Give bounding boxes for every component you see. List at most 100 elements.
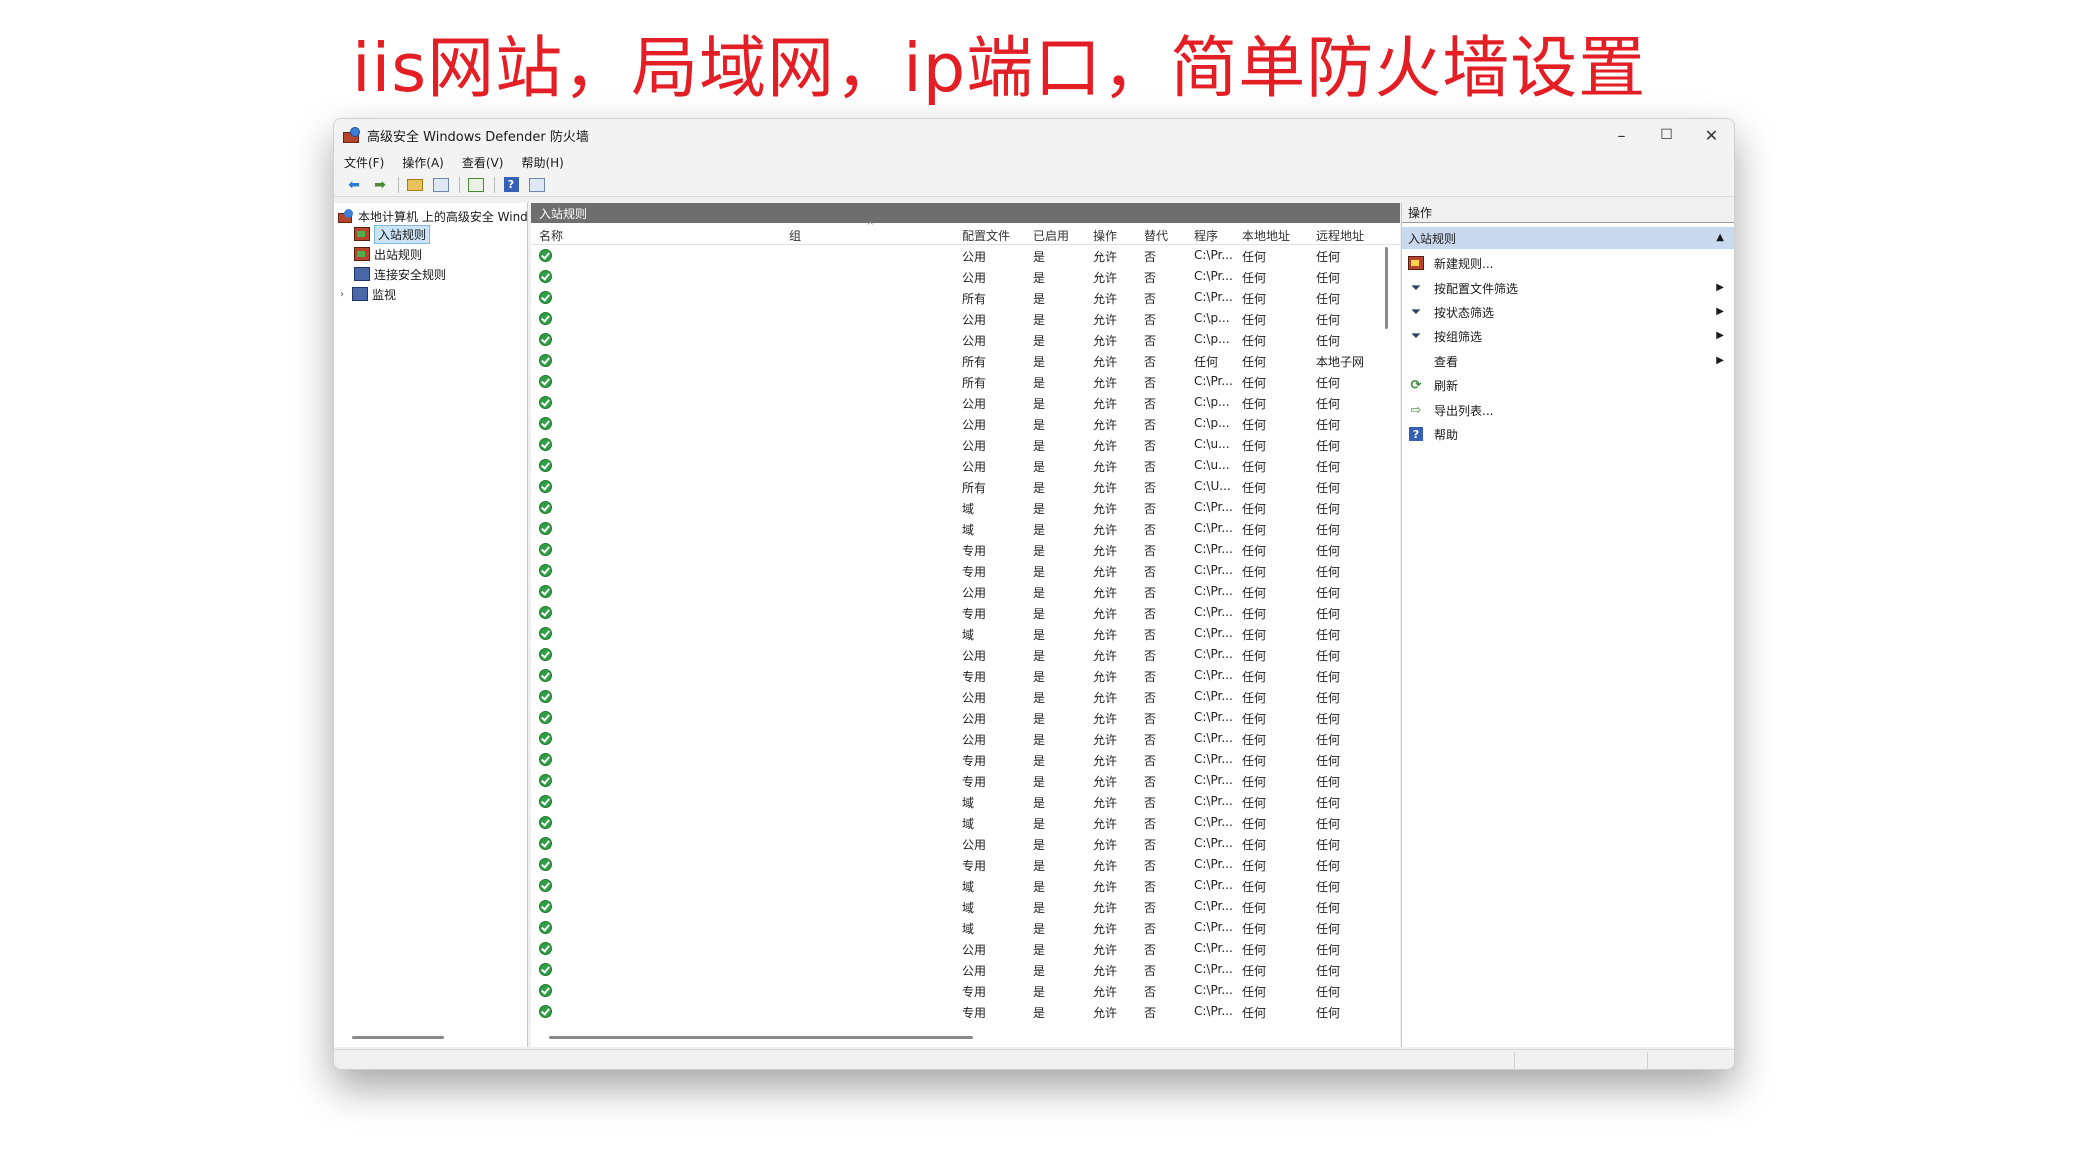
table-row[interactable]: 公用 是 允许 否 C:\Pr... 任何 任何 <box>531 959 1381 980</box>
title-bar[interactable]: 高级安全 Windows Defender 防火墙 – ☐ ✕ <box>334 119 1734 151</box>
horizontal-scrollbar[interactable] <box>352 1036 444 1039</box>
table-row[interactable]: 域 是 允许 否 C:\Pr... 任何 任何 <box>531 791 1381 812</box>
cell-remote-address: 任何 <box>1316 250 1341 264</box>
cell-profile: 域 <box>962 880 975 894</box>
table-row[interactable]: 公用 是 允许 否 C:\Pr... 任何 任何 <box>531 833 1381 854</box>
table-row[interactable]: 公用 是 允许 否 C:\Pr... 任何 任何 <box>531 266 1381 287</box>
action-view[interactable]: 查看 ▶ <box>1402 349 1734 373</box>
table-row[interactable]: 公用 是 允许 否 C:\Pr... 任何 任何 <box>531 728 1381 749</box>
column-enabled[interactable]: 已启用 <box>1033 227 1069 244</box>
export-list-icon[interactable] <box>464 175 488 195</box>
maximize-button[interactable]: ☐ <box>1644 119 1689 151</box>
tree-item-outbound-rules[interactable]: 出站规则 <box>354 245 422 263</box>
cell-remote-address: 任何 <box>1316 712 1341 726</box>
refresh-icon: ⟳ <box>1410 377 1422 393</box>
table-row[interactable]: 公用 是 允许 否 C:\Pr... 任何 任何 <box>531 644 1381 665</box>
action-filter-by-profile[interactable]: ⏷ 按配置文件筛选 ▶ <box>1402 276 1734 300</box>
column-group[interactable]: 组 <box>789 227 801 244</box>
toolbar-separator <box>398 176 399 193</box>
forward-arrow-icon[interactable]: ➡ <box>368 175 392 195</box>
enabled-check-icon <box>539 690 552 703</box>
cell-override: 否 <box>1144 922 1157 936</box>
menu-file[interactable]: 文件(F) <box>344 154 384 171</box>
column-remote-address[interactable]: 远程地址 <box>1316 227 1364 244</box>
table-row[interactable]: 公用 是 允许 否 C:\p... 任何 任何 <box>531 329 1381 350</box>
column-local-address[interactable]: 本地地址 <box>1242 227 1290 244</box>
table-row[interactable]: 专用 是 允许 否 C:\Pr... 任何 任何 <box>531 1001 1381 1022</box>
show-hide-action-pane-icon[interactable] <box>525 175 549 195</box>
cell-local-address: 任何 <box>1242 754 1267 768</box>
close-button[interactable]: ✕ <box>1689 119 1734 151</box>
cell-profile: 公用 <box>962 838 987 852</box>
table-row[interactable]: 公用 是 允许 否 C:\Pr... 任何 任何 <box>531 707 1381 728</box>
cell-override: 否 <box>1144 943 1157 957</box>
table-row[interactable]: 专用 是 允许 否 C:\Pr... 任何 任何 <box>531 980 1381 1001</box>
action-export-list[interactable]: ⇨ 导出列表... <box>1402 398 1734 422</box>
cell-override: 否 <box>1144 775 1157 789</box>
cell-enabled: 是 <box>1033 376 1046 390</box>
table-row[interactable]: 所有 是 允许 否 C:\Pr... 任何 任何 <box>531 287 1381 308</box>
table-row[interactable]: 专用 是 允许 否 C:\Pr... 任何 任何 <box>531 602 1381 623</box>
table-row[interactable]: 专用 是 允许 否 C:\Pr... 任何 任何 <box>531 854 1381 875</box>
cell-action: 允许 <box>1093 460 1118 474</box>
column-name[interactable]: 名称 <box>539 227 563 244</box>
column-program[interactable]: 程序 <box>1194 227 1218 244</box>
vertical-scrollbar[interactable] <box>1385 247 1388 329</box>
table-row[interactable]: 公用 是 允许 否 C:\Pr... 任何 任何 <box>531 581 1381 602</box>
table-row[interactable]: 所有 是 允许 否 C:\U... 任何 任何 <box>531 476 1381 497</box>
cell-action: 允许 <box>1093 859 1118 873</box>
tree-item-monitoring[interactable]: › 监视 <box>340 285 396 303</box>
column-profile[interactable]: 配置文件 <box>962 227 1010 244</box>
cell-override: 否 <box>1144 334 1157 348</box>
cell-override: 否 <box>1144 460 1157 474</box>
table-row[interactable]: 域 是 允许 否 C:\Pr... 任何 任何 <box>531 917 1381 938</box>
help-icon[interactable]: ? <box>499 175 523 195</box>
action-help[interactable]: ? 帮助 <box>1402 422 1734 446</box>
table-row[interactable]: 公用 是 允许 否 C:\p... 任何 任何 <box>531 392 1381 413</box>
table-row[interactable]: 域 是 允许 否 C:\Pr... 任何 任何 <box>531 812 1381 833</box>
table-row[interactable]: 公用 是 允许 否 C:\Pr... 任何 任何 <box>531 245 1381 266</box>
column-override[interactable]: 替代 <box>1144 227 1168 244</box>
table-row[interactable]: 域 是 允许 否 C:\Pr... 任何 任何 <box>531 875 1381 896</box>
menu-help[interactable]: 帮助(H) <box>521 154 563 171</box>
table-row[interactable]: 专用 是 允许 否 C:\Pr... 任何 任何 <box>531 665 1381 686</box>
table-row[interactable]: 专用 是 允许 否 C:\Pr... 任何 任何 <box>531 539 1381 560</box>
cell-enabled: 是 <box>1033 481 1046 495</box>
table-row[interactable]: 域 是 允许 否 C:\Pr... 任何 任何 <box>531 896 1381 917</box>
collapse-up-icon[interactable]: ▲ <box>1716 232 1724 243</box>
table-row[interactable]: 公用 是 允许 否 C:\Pr... 任何 任何 <box>531 686 1381 707</box>
show-hide-tree-icon[interactable] <box>429 175 453 195</box>
table-row[interactable]: 公用 是 允许 否 C:\u... 任何 任何 <box>531 455 1381 476</box>
cell-action: 允许 <box>1093 712 1118 726</box>
action-new-rule[interactable]: 新建规则... <box>1402 251 1734 275</box>
table-row[interactable]: 域 是 允许 否 C:\Pr... 任何 任何 <box>531 518 1381 539</box>
up-folder-icon[interactable] <box>403 175 427 195</box>
table-row[interactable]: 域 是 允许 否 C:\Pr... 任何 任何 <box>531 497 1381 518</box>
table-row[interactable]: 所有 是 允许 否 C:\Pr... 任何 任何 <box>531 371 1381 392</box>
action-refresh[interactable]: ⟳ 刷新 <box>1402 373 1734 397</box>
table-row[interactable]: 域 是 允许 否 C:\Pr... 任何 任何 <box>531 623 1381 644</box>
back-arrow-icon[interactable]: ⬅ <box>342 175 366 195</box>
actions-section-inbound-rules[interactable]: 入站规则 ▲ <box>1402 227 1734 249</box>
table-row[interactable]: 公用 是 允许 否 C:\Pr... 任何 任何 <box>531 938 1381 959</box>
table-row[interactable]: 所有 是 允许 否 任何 任何 本地子网 <box>531 350 1381 371</box>
tree-item-connection-security-rules[interactable]: 连接安全规则 <box>354 265 446 283</box>
menu-action[interactable]: 操作(A) <box>402 154 444 171</box>
table-row[interactable]: 专用 是 允许 否 C:\Pr... 任何 任何 <box>531 749 1381 770</box>
action-filter-by-state[interactable]: ⏷ 按状态筛选 ▶ <box>1402 300 1734 324</box>
horizontal-scrollbar[interactable] <box>549 1036 973 1039</box>
table-row[interactable]: 公用 是 允许 否 C:\p... 任何 任何 <box>531 308 1381 329</box>
menu-view[interactable]: 查看(V) <box>462 154 504 171</box>
expand-chevron-icon[interactable]: › <box>340 289 352 300</box>
column-action[interactable]: 操作 <box>1093 227 1117 244</box>
table-row[interactable]: 专用 是 允许 否 C:\Pr... 任何 任何 <box>531 560 1381 581</box>
cell-override: 否 <box>1144 670 1157 684</box>
table-row[interactable]: 公用 是 允许 否 C:\p... 任何 任何 <box>531 413 1381 434</box>
minimize-button[interactable]: – <box>1599 119 1644 151</box>
table-row[interactable]: 公用 是 允许 否 C:\u... 任何 任何 <box>531 434 1381 455</box>
actions-pane: 操作 入站规则 ▲ 新建规则... ⏷ 按配置文件筛选 ▶ ⏷ 按状态筛选 ▶ … <box>1401 203 1734 1047</box>
tree-item-inbound-rules[interactable]: 入站规则 <box>354 224 431 244</box>
action-filter-by-group[interactable]: ⏷ 按组筛选 ▶ <box>1402 324 1734 348</box>
table-row[interactable]: 专用 是 允许 否 C:\Pr... 任何 任何 <box>531 770 1381 791</box>
tree-root[interactable]: 本地计算机 上的高级安全 Windows Defender 防火墙 <box>338 207 527 225</box>
